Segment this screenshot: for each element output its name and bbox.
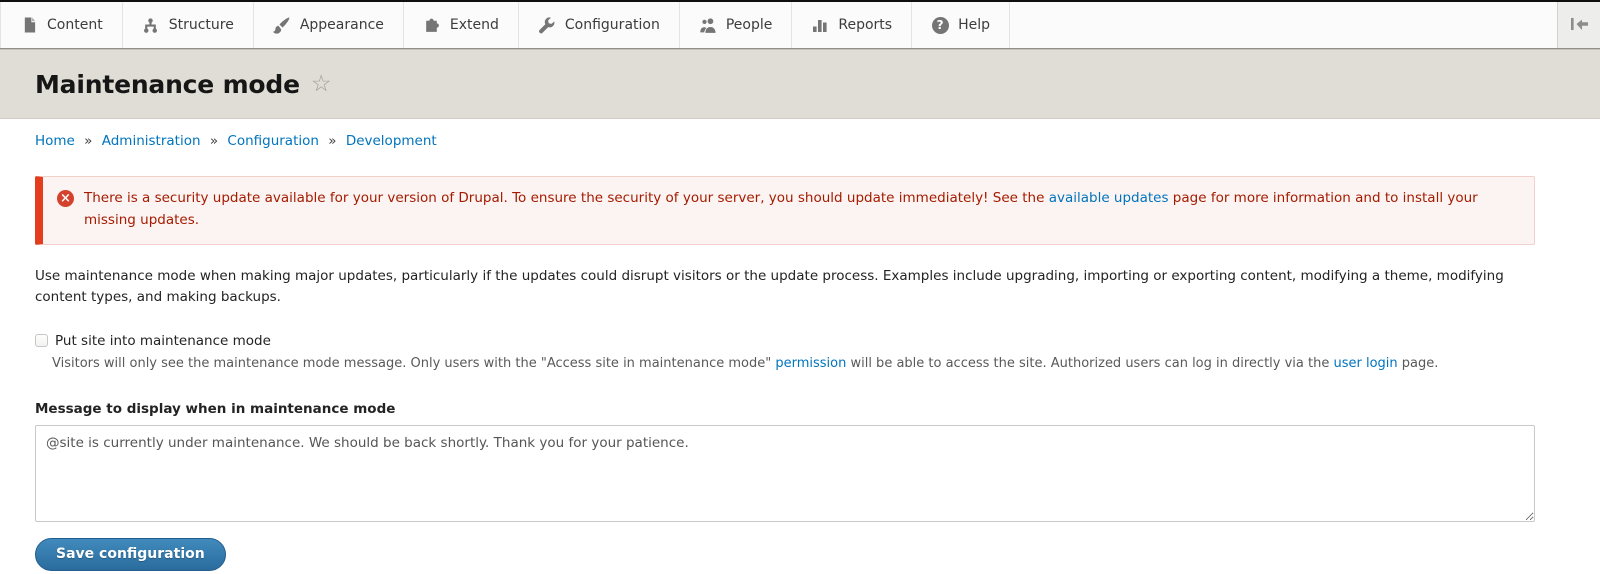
- shortcut-star-icon[interactable]: ☆: [311, 73, 332, 96]
- toolbar-item-label: Help: [958, 17, 990, 33]
- toolbar-item-people[interactable]: People: [680, 2, 793, 48]
- error-text-before: There is a security update available for…: [84, 190, 1049, 206]
- people-icon: [699, 16, 717, 34]
- toolbar-item-label: Configuration: [565, 17, 660, 33]
- toolbar-item-label: People: [726, 17, 773, 33]
- maintenance-mode-intro-text: Use maintenance mode when making major u…: [35, 266, 1535, 309]
- breadcrumb-link-development[interactable]: Development: [346, 133, 437, 149]
- permission-link[interactable]: permission: [775, 356, 846, 371]
- breadcrumb-link-administration[interactable]: Administration: [102, 133, 201, 149]
- security-update-error-message: × There is a security update available f…: [35, 176, 1535, 245]
- user-login-link[interactable]: user login: [1333, 356, 1397, 371]
- maintenance-message-label: Message to display when in maintenance m…: [35, 401, 1535, 417]
- collapse-left-icon: [1570, 16, 1589, 35]
- description-text: page.: [1398, 356, 1439, 371]
- admin-toolbar: Content Structure Appearance Extend Conf…: [0, 0, 1600, 49]
- toolbar-item-label: Content: [47, 17, 103, 33]
- toolbar-item-label: Reports: [838, 17, 892, 33]
- appearance-icon: [273, 16, 291, 34]
- breadcrumb-separator: »: [84, 133, 92, 149]
- maintenance-mode-checkbox-row: Put site into maintenance mode: [35, 333, 1535, 349]
- available-updates-link[interactable]: available updates: [1049, 190, 1169, 206]
- breadcrumb-separator: »: [328, 133, 336, 149]
- toolbar-orientation-toggle[interactable]: [1557, 2, 1600, 48]
- maintenance-message-textarea[interactable]: @site is currently under maintenance. We…: [35, 425, 1535, 522]
- breadcrumb-link-home[interactable]: Home: [35, 133, 75, 149]
- toolbar-item-appearance[interactable]: Appearance: [254, 2, 404, 48]
- configuration-icon: [538, 16, 556, 34]
- page-header: Maintenance mode ☆: [0, 49, 1600, 119]
- save-configuration-button[interactable]: Save configuration: [35, 538, 226, 571]
- toolbar-item-configuration[interactable]: Configuration: [519, 2, 680, 48]
- page-title: Maintenance mode: [35, 70, 300, 99]
- reports-icon: [811, 16, 829, 34]
- toolbar-item-extend[interactable]: Extend: [404, 2, 519, 48]
- toolbar-item-structure[interactable]: Structure: [123, 2, 254, 48]
- toolbar-item-reports[interactable]: Reports: [792, 2, 912, 48]
- breadcrumb-separator: »: [210, 133, 218, 149]
- description-text: Visitors will only see the maintenance m…: [52, 356, 775, 371]
- toolbar-item-help[interactable]: ? Help: [912, 2, 1010, 48]
- structure-icon: [142, 16, 160, 34]
- toolbar-item-label: Appearance: [300, 17, 384, 33]
- error-icon: ×: [57, 190, 74, 207]
- maintenance-mode-description: Visitors will only see the maintenance m…: [52, 354, 1535, 375]
- breadcrumb-link-configuration[interactable]: Configuration: [227, 133, 319, 149]
- maintenance-mode-checkbox[interactable]: [35, 334, 48, 347]
- description-text: will be able to access the site. Authori…: [846, 356, 1333, 371]
- help-icon: ?: [931, 16, 949, 34]
- main-content: Home » Administration » Configuration » …: [0, 133, 1600, 574]
- content-icon: [20, 16, 38, 34]
- toolbar-item-content[interactable]: Content: [0, 2, 123, 48]
- maintenance-mode-checkbox-label[interactable]: Put site into maintenance mode: [55, 333, 271, 349]
- breadcrumb: Home » Administration » Configuration » …: [35, 133, 1535, 149]
- toolbar-item-label: Structure: [169, 17, 234, 33]
- extend-icon: [423, 16, 441, 34]
- toolbar-item-label: Extend: [450, 17, 499, 33]
